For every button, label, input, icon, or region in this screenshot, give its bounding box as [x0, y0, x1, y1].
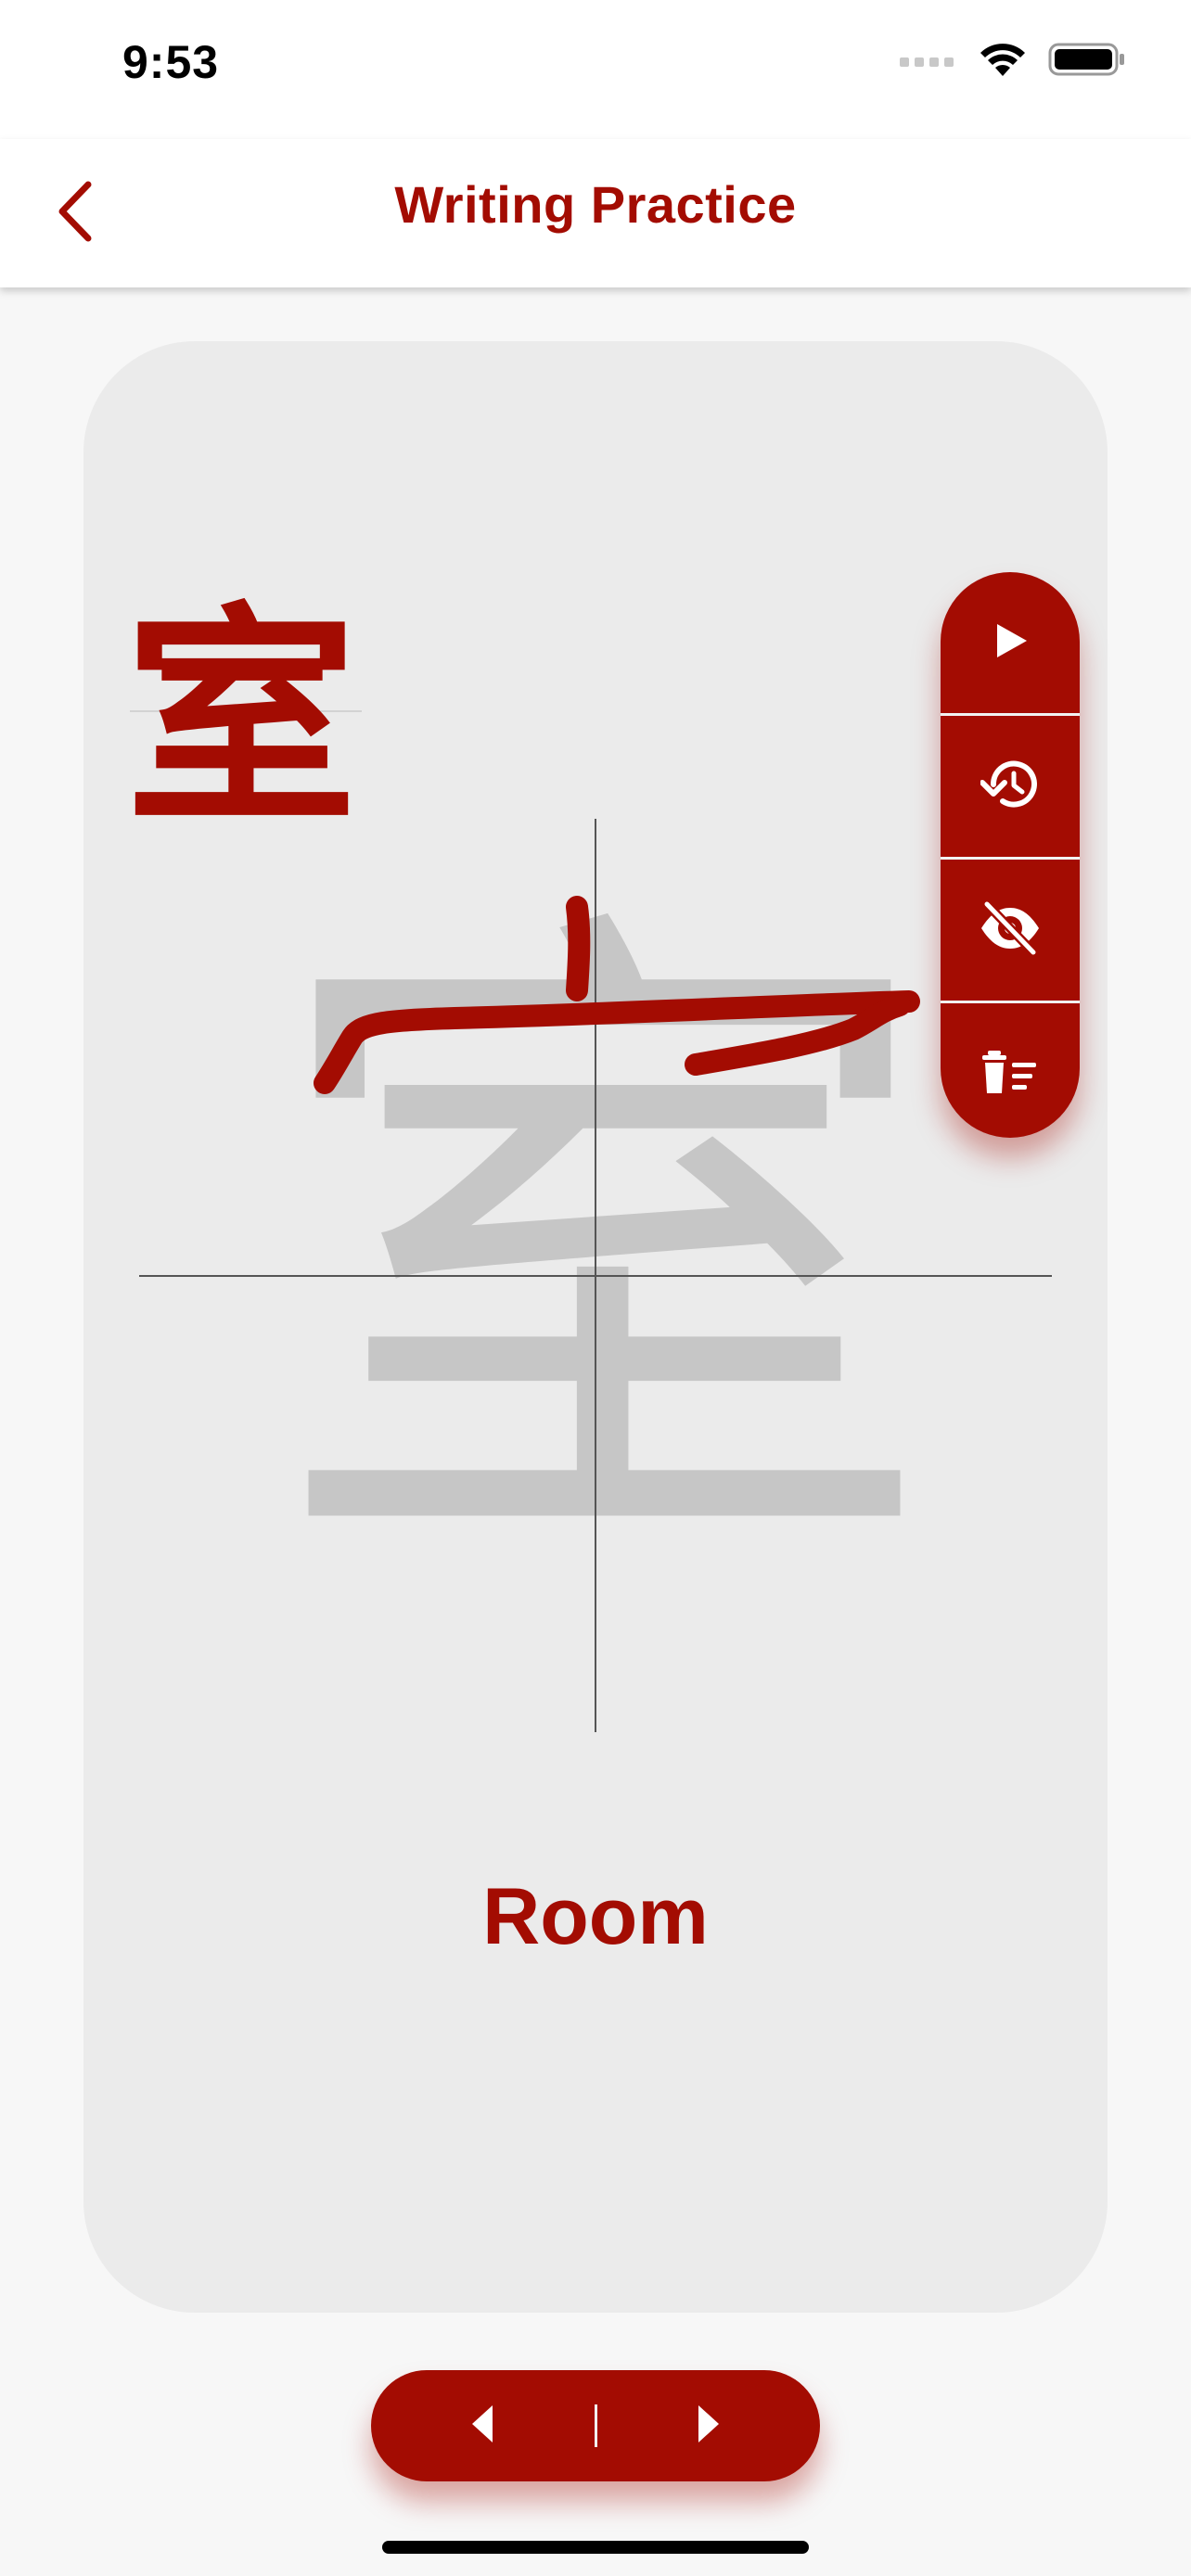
battery-icon	[1048, 41, 1126, 83]
eye-off-icon	[978, 899, 1043, 961]
page-title: Writing Practice	[394, 175, 797, 234]
signal-icon	[900, 50, 957, 73]
tool-pill	[941, 572, 1080, 1138]
user-stroke	[566, 896, 591, 1001]
play-icon	[990, 620, 1031, 666]
nav-bar: Writing Practice	[0, 139, 1191, 287]
status-bar: 9:53	[0, 0, 1191, 139]
next-button[interactable]	[597, 2370, 821, 2481]
hide-guide-button[interactable]	[941, 857, 1080, 1001]
previous-button[interactable]	[371, 2370, 595, 2481]
pager	[371, 2370, 820, 2481]
meaning-label: Room	[482, 1872, 709, 1961]
prev-triangle-icon	[468, 2404, 496, 2449]
home-indicator	[382, 2541, 809, 2554]
replay-button[interactable]	[941, 713, 1080, 857]
history-icon	[980, 757, 1040, 817]
clear-icon	[980, 1047, 1040, 1102]
status-icons	[900, 41, 1126, 83]
status-time: 9:53	[122, 36, 220, 88]
clear-button[interactable]	[941, 1001, 1080, 1138]
wifi-icon	[978, 41, 1028, 83]
play-button[interactable]	[941, 572, 1080, 713]
next-triangle-icon	[695, 2404, 723, 2449]
